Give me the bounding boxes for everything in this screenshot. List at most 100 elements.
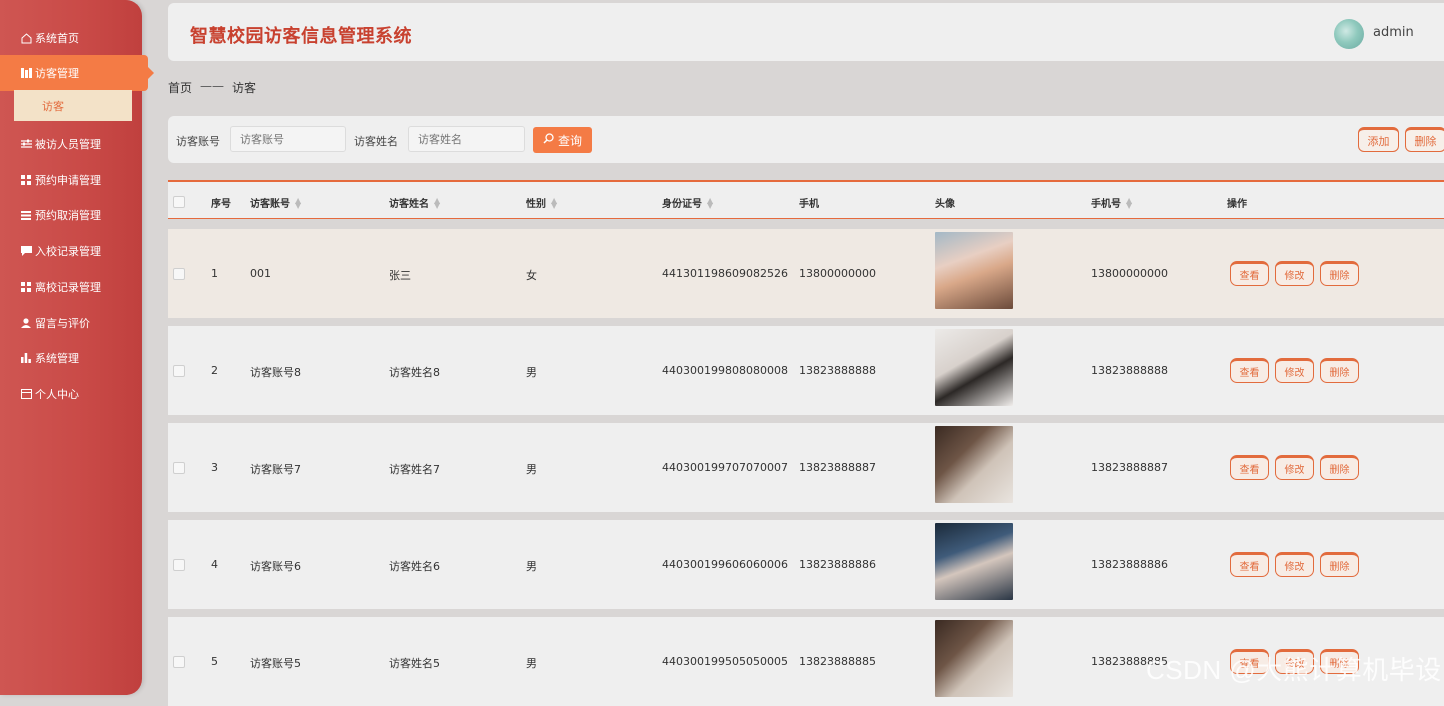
sort-icon[interactable]: ▲ ▼	[1126, 196, 1132, 209]
breadcrumb-current: 访客	[232, 81, 257, 95]
row-idcard: 440300199707070007	[662, 461, 788, 474]
query-button-label: 查询	[557, 133, 582, 148]
name-search-input[interactable]	[408, 126, 525, 152]
row-name: 访客姓名5	[389, 657, 440, 670]
row-account: 访客账号7	[250, 463, 301, 476]
username[interactable]: admin	[1373, 25, 1414, 40]
delete-button[interactable]: 删除	[1320, 358, 1359, 383]
add-button[interactable]: 添加	[1358, 127, 1399, 152]
sidebar-item-entry-records[interactable]: 入校记录管理	[0, 236, 142, 266]
sidebar-item-exit-records[interactable]: 离校记录管理	[0, 272, 142, 302]
sort-icon[interactable]: ▲ ▼	[434, 196, 440, 209]
sidebar-item-system[interactable]: 系统管理	[0, 343, 142, 373]
row-mobile: 13800000000	[1091, 267, 1168, 280]
column-header-label: 性别	[526, 199, 546, 210]
view-button[interactable]: 查看	[1230, 455, 1269, 480]
delete-button[interactable]: 删除	[1320, 552, 1359, 577]
grid-icon	[20, 281, 32, 293]
column-header-label: 手机号	[1091, 199, 1121, 210]
column-header-label: 访客姓名	[389, 199, 429, 210]
sidebar-item-messages[interactable]: 留言与评价	[0, 308, 142, 338]
column-header-account[interactable]: 访客账号 ▲ ▼	[250, 195, 301, 210]
breadcrumb-home[interactable]: 首页	[168, 79, 192, 96]
select-all-checkbox[interactable]	[173, 196, 185, 208]
column-header-avatar: 头像	[935, 199, 955, 210]
query-button[interactable]: 查询	[533, 127, 592, 153]
sort-icon[interactable]: ▲ ▼	[551, 196, 557, 209]
row-name: 访客姓名8	[389, 366, 440, 379]
visitor-photo	[935, 426, 1013, 503]
sidebar-item-host-management[interactable]: 被访人员管理	[0, 129, 142, 159]
edit-button[interactable]: 修改	[1275, 455, 1314, 480]
view-button[interactable]: 查看	[1230, 552, 1269, 577]
row-phone: 13823888888	[799, 364, 876, 377]
row-mobile: 13823888886	[1091, 558, 1168, 571]
breadcrumb: 首页 —— 访客	[168, 79, 256, 96]
user-icon	[20, 317, 32, 329]
sidebar-item-label: 离校记录管理	[35, 281, 101, 294]
row-name: 访客姓名6	[389, 560, 440, 573]
sidebar-item-profile[interactable]: 个人中心	[0, 379, 142, 409]
app-title: 智慧校园访客信息管理系统	[190, 26, 412, 47]
row-idcard: 440300199505050005	[662, 655, 788, 668]
column-header-idcard[interactable]: 身份证号 ▲ ▼	[662, 195, 713, 210]
submenu-item-visitor[interactable]: 访客	[14, 90, 132, 121]
table-row: 2 访客账号8 访客姓名8 男 440300199808080008 13823…	[168, 326, 1444, 415]
row-checkbox[interactable]	[173, 656, 185, 668]
sidebar-item-label: 系统管理	[35, 352, 79, 365]
batch-delete-button[interactable]: 删除	[1405, 127, 1444, 152]
row-gender: 男	[526, 657, 537, 670]
row-gender: 女	[526, 269, 537, 282]
row-account: 001	[250, 267, 271, 280]
row-checkbox[interactable]	[173, 268, 185, 280]
top-header: 智慧校园访客信息管理系统 admin	[168, 3, 1444, 61]
sidebar-item-label: 预约取消管理	[35, 209, 101, 222]
search-icon	[543, 133, 554, 147]
row-idcard: 440300199606060006	[662, 558, 788, 571]
row-checkbox[interactable]	[173, 365, 185, 377]
name-label: 访客姓名	[354, 135, 398, 148]
watermark: CSDN @大熊计算机毕设	[1146, 655, 1442, 685]
sidebar: 系统首页 访客管理 访客 被访人员管理 预约申请管理 预约取消管理 入校记录管理	[0, 0, 154, 695]
edit-button[interactable]: 修改	[1275, 552, 1314, 577]
card-icon	[20, 388, 32, 400]
row-phone: 13823888886	[799, 558, 876, 571]
sort-icon[interactable]: ▲ ▼	[707, 196, 713, 209]
row-checkbox[interactable]	[173, 462, 185, 474]
sidebar-item-visitor-management[interactable]: 访客管理	[0, 55, 154, 91]
sort-icon[interactable]: ▲ ▼	[295, 196, 301, 209]
chart-icon	[20, 352, 32, 364]
account-search-input[interactable]	[230, 126, 346, 152]
avatar[interactable]	[1334, 19, 1364, 49]
row-name: 张三	[389, 269, 411, 282]
delete-button[interactable]: 删除	[1320, 261, 1359, 286]
edit-button[interactable]: 修改	[1275, 261, 1314, 286]
visitor-photo	[935, 232, 1013, 309]
column-header-actions: 操作	[1227, 199, 1247, 210]
row-index: 4	[211, 558, 218, 571]
column-header-name[interactable]: 访客姓名 ▲ ▼	[389, 195, 440, 210]
delete-button[interactable]: 删除	[1320, 455, 1359, 480]
row-account: 访客账号8	[250, 366, 301, 379]
column-header-gender[interactable]: 性别 ▲ ▼	[526, 195, 557, 210]
sidebar-item-label: 预约申请管理	[35, 174, 101, 187]
row-gender: 男	[526, 560, 537, 573]
row-index: 3	[211, 461, 218, 474]
view-button[interactable]: 查看	[1230, 261, 1269, 286]
sidebar-item-appointment-cancel[interactable]: 预约取消管理	[0, 200, 142, 230]
row-checkbox[interactable]	[173, 559, 185, 571]
table-header: 序号 访客账号 ▲ ▼ 访客姓名 ▲ ▼ 性别 ▲ ▼ 身份证号 ▲ ▼ 手机 头像 手…	[168, 180, 1444, 219]
view-button[interactable]: 查看	[1230, 358, 1269, 383]
grid-icon	[20, 67, 32, 79]
column-header-label: 身份证号	[662, 199, 702, 210]
sidebar-item-home[interactable]: 系统首页	[0, 23, 142, 53]
visitor-photo	[935, 523, 1013, 600]
edit-button[interactable]: 修改	[1275, 358, 1314, 383]
list-icon	[20, 209, 32, 221]
row-phone: 13823888887	[799, 461, 876, 474]
grid-icon	[20, 174, 32, 186]
column-header-mobile[interactable]: 手机号 ▲ ▼	[1091, 195, 1132, 210]
breadcrumb-separator: ——	[200, 79, 225, 93]
sidebar-item-appointment-apply[interactable]: 预约申请管理	[0, 165, 142, 195]
chat-icon	[20, 245, 32, 257]
